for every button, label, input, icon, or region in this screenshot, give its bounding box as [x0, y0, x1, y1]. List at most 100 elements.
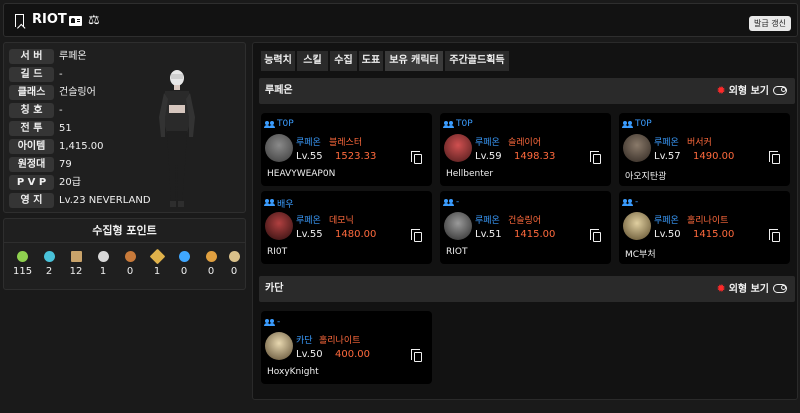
- collectible-value: 0: [207, 266, 215, 277]
- collectible-points-panel: 수집형 포인트 115 2 12 1 0 1 0 0 0: [3, 218, 246, 290]
- character-class: 데모닉: [329, 216, 354, 226]
- collectible-title: 수집형 포인트: [4, 219, 245, 243]
- character-item-level: 1498.33: [514, 151, 556, 162]
- character-class: 홀리나이트: [319, 336, 361, 346]
- appearance-toggle[interactable]: ✹ 외형 보기: [716, 276, 787, 302]
- flower-icon: [178, 251, 190, 262]
- toggle-icon[interactable]: [773, 85, 787, 95]
- collectible-item[interactable]: 0: [175, 251, 193, 277]
- appearance-toggle[interactable]: ✹ 외형 보기: [716, 78, 787, 104]
- collectible-value: 0: [126, 266, 134, 277]
- collectible-value: 0: [230, 266, 238, 277]
- character-level: Lv.50: [296, 349, 323, 360]
- character-level: Lv.55: [296, 151, 323, 162]
- character-item-level: 1523.33: [335, 151, 377, 162]
- character-name: 아오지탄광: [625, 172, 667, 182]
- character-card[interactable]: T0P 루페온 슬레이어 Lv.59 1498.33 Hellbenter: [440, 113, 611, 186]
- server-group-name: 루페온: [265, 85, 293, 96]
- character-name: RIOT: [446, 247, 468, 257]
- group-icon: [443, 121, 454, 128]
- character-card[interactable]: - 루페온 홀리나이트 Lv.50 1415.00 MC부처: [619, 191, 790, 264]
- tab-stats[interactable]: 능력치: [261, 51, 295, 71]
- group-icon: [622, 121, 633, 128]
- info-value: Lv.23 NEVERLAND: [59, 195, 151, 206]
- collectible-item[interactable]: 115: [13, 251, 32, 277]
- scale-icon[interactable]: ⚖: [88, 13, 100, 28]
- avatar: [444, 134, 472, 162]
- copy-icon[interactable]: [411, 151, 422, 164]
- info-label: 영 지: [9, 193, 54, 208]
- server-group-header: 루페온 ✹ 외형 보기: [259, 78, 795, 104]
- character-class: 홀리나이트: [687, 216, 729, 226]
- info-value: 루페온: [59, 51, 87, 62]
- character-tag: T0P: [635, 119, 652, 129]
- character-card[interactable]: 배우 루페온 데모닉 Lv.55 1480.00 RI0T: [261, 191, 432, 264]
- appearance-label: 외형 보기: [728, 284, 769, 295]
- info-value: 51: [59, 123, 72, 134]
- character-level: Lv.51: [475, 229, 502, 240]
- character-card[interactable]: T0P 루페온 블레스터 Lv.55 1523.33 HEAVYWEAP0N: [261, 113, 432, 186]
- tab-collection[interactable]: 수집: [330, 51, 357, 71]
- server-group-header: 카단 ✹ 외형 보기: [259, 276, 795, 302]
- group-icon: [264, 121, 275, 128]
- character-tag: T0P: [277, 119, 294, 129]
- character-item-level: 1490.00: [693, 151, 735, 162]
- character-header: RIOT ⚖ 발급 갱신: [3, 3, 798, 37]
- collectible-item[interactable]: 1: [94, 251, 112, 277]
- character-server: 루페온: [475, 216, 500, 226]
- character-item-level: 1415.00: [693, 229, 735, 240]
- appearance-label: 외형 보기: [728, 86, 769, 97]
- info-label: 전 투: [9, 121, 54, 136]
- character-server: 카단: [296, 336, 313, 346]
- character-name: MC부처: [625, 250, 656, 260]
- character-card[interactable]: T0P 루페온 버서커 Lv.57 1490.00 아오지탄광: [619, 113, 790, 186]
- collectible-value: 2: [45, 266, 53, 277]
- bookmark-icon[interactable]: [15, 14, 24, 27]
- copy-icon[interactable]: [769, 151, 780, 164]
- coin-icon: [228, 251, 240, 262]
- collectible-value: 12: [69, 266, 83, 277]
- character-class: 블레스터: [329, 138, 363, 148]
- info-label: 클래스: [9, 85, 54, 100]
- tab-skills[interactable]: 스킬: [297, 51, 328, 71]
- character-level: Lv.59: [475, 151, 502, 162]
- group-icon: [264, 199, 275, 206]
- avatar: [444, 212, 472, 240]
- tab-weekly-gold[interactable]: 주간골드획득: [445, 51, 509, 71]
- character-card[interactable]: - 루페온 건슬링어 Lv.51 1415.00 RIOT: [440, 191, 611, 264]
- collectible-item[interactable]: 0: [225, 251, 243, 277]
- avatar: [623, 212, 651, 240]
- info-label: 칭 호: [9, 103, 54, 118]
- avatar: [265, 134, 293, 162]
- refresh-button[interactable]: 발급 갱신: [749, 16, 791, 31]
- tab-charts[interactable]: 도표: [359, 51, 383, 71]
- info-value: 건슬링어: [59, 87, 96, 98]
- group-icon: [622, 199, 633, 206]
- painting-icon: [70, 251, 82, 262]
- orb-icon: [43, 251, 55, 262]
- collectible-item[interactable]: 1: [148, 248, 166, 277]
- tab-owned-characters[interactable]: 보유 캐릭터: [385, 51, 443, 71]
- character-server: 루페온: [654, 216, 679, 226]
- copy-icon[interactable]: [769, 229, 780, 242]
- character-name: RI0T: [267, 247, 288, 257]
- collectible-item[interactable]: 0: [121, 251, 139, 277]
- collectible-item[interactable]: 2: [40, 251, 58, 277]
- character-card[interactable]: - 카단 홀리나이트 Lv.50 400.00 HoxyKnight: [261, 311, 432, 384]
- collectible-item[interactable]: 0: [202, 251, 220, 277]
- copy-icon[interactable]: [590, 151, 601, 164]
- copy-icon[interactable]: [590, 229, 601, 242]
- profile-panel: 서 버 루페온 길 드 - 클래스 건슬링어 칭 호 - 전 투 51 아이템 …: [3, 42, 246, 213]
- info-label: 아이템: [9, 139, 54, 154]
- collectible-item[interactable]: 12: [67, 251, 85, 277]
- character-class: 슬레이어: [508, 138, 542, 148]
- copy-icon[interactable]: [411, 229, 422, 242]
- character-level: Lv.55: [296, 229, 323, 240]
- info-value: 20급: [59, 177, 81, 188]
- character-server: 루페온: [654, 138, 679, 148]
- character-server: 루페온: [296, 216, 321, 226]
- avatar: [265, 332, 293, 360]
- copy-icon[interactable]: [411, 349, 422, 362]
- id-card-icon[interactable]: [69, 16, 82, 26]
- toggle-icon[interactable]: [773, 283, 787, 293]
